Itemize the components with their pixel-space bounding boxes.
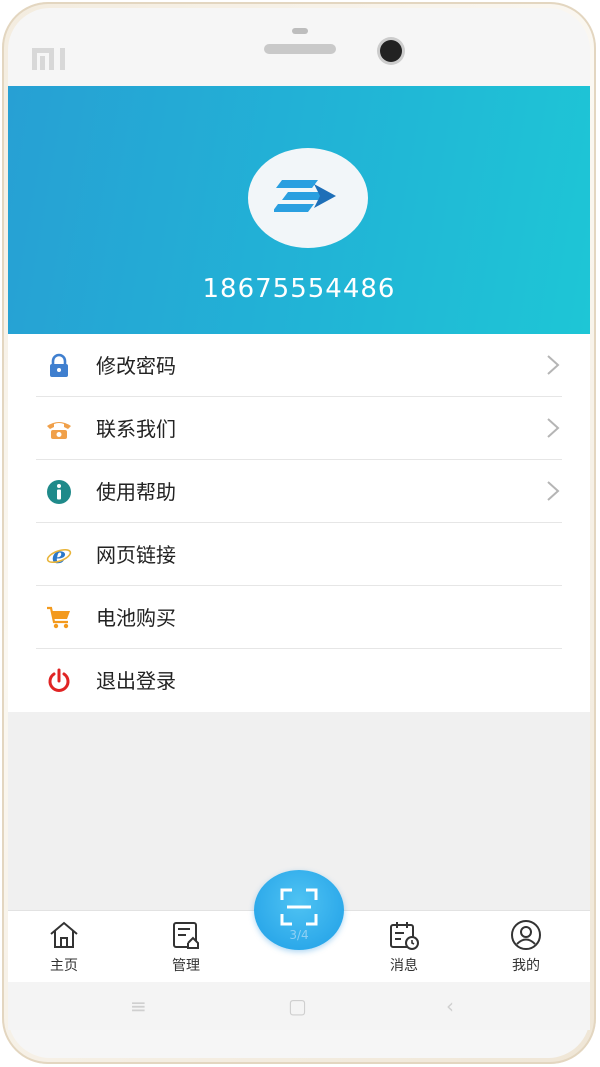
tab-profile[interactable]: 我的 — [486, 911, 566, 982]
menu-item-logout[interactable]: 退出登录 — [36, 649, 562, 711]
arrow-logo-icon — [274, 180, 336, 212]
browser-e-icon: e — [46, 543, 72, 568]
tab-label: 消息 — [390, 958, 418, 974]
chevron-right-icon — [547, 481, 560, 501]
info-icon — [47, 480, 71, 504]
home-nav-icon[interactable]: ▢ — [288, 994, 307, 1018]
lock-icon — [50, 353, 68, 377]
menu-item-change-password[interactable]: 修改密码 — [36, 334, 562, 397]
cart-icon — [47, 606, 70, 629]
profile-header: 18675554486 — [8, 86, 590, 334]
menu-item-label: 联系我们 — [96, 417, 176, 441]
menu-item-label: 退出登录 — [96, 669, 176, 693]
settings-menu: 修改密码 联系我们 使用帮助 e 网页链接 电池购买 退出登录 — [8, 334, 590, 712]
tab-label: 管理 — [172, 958, 200, 974]
earpiece-speaker — [264, 44, 336, 54]
system-nav-bar: ≡ ▢ ‹ — [8, 982, 590, 1030]
menu-item-label: 修改密码 — [96, 354, 176, 378]
home-icon — [50, 921, 78, 948]
menu-item-label: 网页链接 — [96, 543, 176, 567]
tab-home[interactable]: 主页 — [24, 911, 104, 982]
tab-messages[interactable]: 消息 — [364, 911, 444, 982]
svg-text:e: e — [52, 543, 66, 568]
menu-item-contact-us[interactable]: 联系我们 — [36, 397, 562, 460]
scan-icon — [280, 888, 318, 926]
menu-item-label: 电池购买 — [96, 606, 176, 630]
chevron-right-icon — [547, 355, 560, 375]
menu-nav-icon[interactable]: ≡ — [130, 994, 147, 1018]
back-nav-icon[interactable]: ‹ — [446, 994, 454, 1018]
page-indicator: 3/4 — [289, 928, 309, 942]
avatar[interactable] — [248, 148, 368, 248]
brand-logo — [32, 46, 78, 76]
menu-item-help[interactable]: 使用帮助 — [36, 460, 562, 523]
tab-manage[interactable]: 管理 — [146, 911, 226, 982]
app-screen: 18675554486 修改密码 联系我们 使用帮助 e 网页链接 电池购买 退… — [8, 86, 590, 982]
menu-item-web-link[interactable]: e 网页链接 — [36, 523, 562, 586]
scan-button[interactable]: 3/4 — [254, 870, 344, 950]
front-camera — [380, 40, 402, 62]
power-icon — [48, 668, 70, 692]
user-icon — [511, 920, 541, 950]
phone-number: 18675554486 — [202, 274, 396, 304]
tab-label: 主页 — [50, 958, 78, 974]
telephone-icon — [47, 422, 71, 439]
chevron-right-icon — [547, 418, 560, 438]
menu-item-buy-battery[interactable]: 电池购买 — [36, 586, 562, 649]
manage-icon — [173, 922, 199, 949]
menu-item-label: 使用帮助 — [96, 480, 176, 504]
message-calendar-icon — [390, 922, 419, 950]
sensor — [292, 28, 308, 34]
tab-label: 我的 — [512, 958, 540, 974]
